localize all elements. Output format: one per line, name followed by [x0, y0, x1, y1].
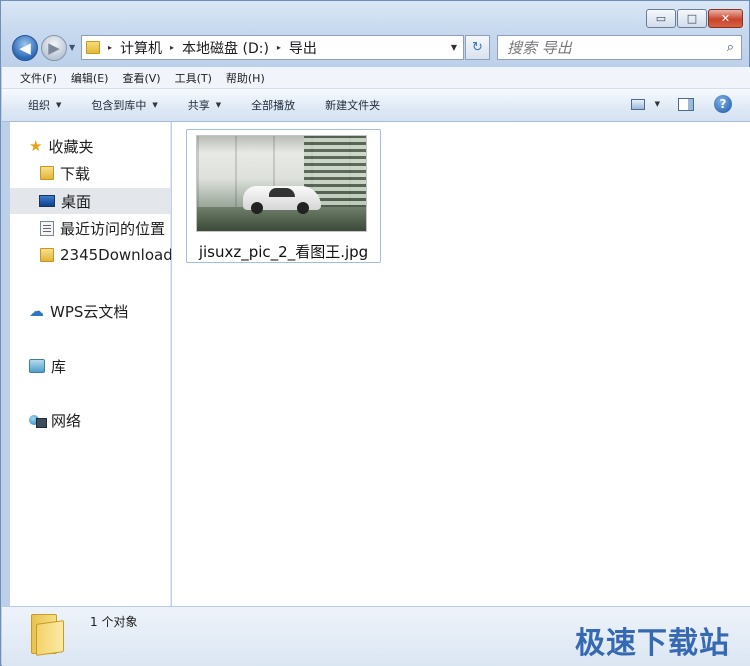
- search-input[interactable]: [507, 38, 717, 57]
- watermark: 极速下载站: [575, 626, 730, 661]
- sidebar-item-favorites[interactable]: ★ 收藏夹: [10, 133, 171, 159]
- folder-icon: [31, 614, 65, 656]
- sidebar-item-desktop[interactable]: 桌面: [10, 188, 171, 214]
- breadcrumb-separator[interactable]: ▸: [170, 43, 174, 52]
- forward-arrow-icon: ▶: [48, 39, 60, 57]
- sidebar-item-label: WPS云文档: [50, 302, 129, 321]
- recent-places-icon: [40, 220, 54, 236]
- refresh-button[interactable]: ↻: [465, 35, 490, 60]
- organize-button[interactable]: 组织 ▼: [28, 97, 61, 113]
- sidebar-item-recent-places[interactable]: 最近访问的位置: [10, 215, 171, 241]
- toolbar-right-group: ▼ ?: [630, 95, 732, 113]
- view-options-chevron-icon[interactable]: ▼: [655, 100, 660, 108]
- minimize-button[interactable]: ▭: [646, 9, 676, 28]
- library-icon: [29, 359, 45, 373]
- image-thumbnail: [196, 135, 367, 232]
- network-icon: [29, 413, 47, 428]
- sidebar-item-label: 桌面: [61, 192, 92, 211]
- menu-file[interactable]: 文件(F): [20, 70, 57, 86]
- play-all-button[interactable]: 全部播放: [251, 97, 295, 113]
- sidebar-item-label: 库: [51, 357, 67, 376]
- new-folder-label: 新建文件夹: [325, 99, 381, 112]
- close-button[interactable]: ✕: [708, 9, 743, 28]
- sidebar-item-library[interactable]: 库: [10, 353, 171, 379]
- breadcrumb-separator[interactable]: ▸: [277, 43, 281, 52]
- sidebar-item-2345downloads[interactable]: 2345Downloads: [10, 242, 171, 268]
- item-count: 1 个对象: [90, 615, 138, 629]
- minimize-icon: ▭: [655, 12, 667, 25]
- play-all-label: 全部播放: [251, 99, 296, 112]
- folder-icon: [40, 248, 54, 262]
- maximize-button[interactable]: □: [677, 9, 707, 28]
- new-folder-button[interactable]: 新建文件夹: [325, 97, 380, 113]
- menu-edit[interactable]: 编辑(E): [71, 70, 109, 86]
- sidebar-item-label: 2345Downloads: [60, 246, 171, 264]
- folder-icon: [86, 41, 100, 54]
- sidebar-item-wps-cloud[interactable]: ☁ WPS云文档: [10, 298, 171, 324]
- sidebar-item-label: 最近访问的位置: [60, 219, 166, 238]
- sidebar-item-downloads[interactable]: 下载: [10, 160, 171, 186]
- navigation-pane: ★ 收藏夹 下载 桌面 最近访问的位置 2345Downloads ☁ WPS云…: [10, 122, 171, 606]
- breadcrumb-export[interactable]: 导出: [289, 38, 317, 58]
- back-button[interactable]: ◀: [12, 35, 38, 61]
- back-arrow-icon: ◀: [19, 39, 31, 57]
- help-icon[interactable]: ?: [714, 95, 732, 113]
- search-icon[interactable]: ⌕: [727, 40, 734, 55]
- share-button[interactable]: 共享 ▼: [188, 97, 221, 113]
- chevron-down-icon: ▼: [56, 101, 62, 109]
- cloud-icon: ☁: [29, 302, 44, 320]
- download-folder-icon: [40, 166, 54, 180]
- star-icon: ★: [29, 137, 43, 155]
- refresh-icon: ↻: [472, 40, 483, 55]
- command-toolbar: 组织 ▼ 包含到库中 ▼ 共享 ▼ 全部播放 新建文件夹 ▼ ?: [2, 89, 750, 122]
- breadcrumb-computer[interactable]: 计算机: [120, 38, 162, 58]
- thumbnail-detail: [197, 207, 366, 231]
- file-list-area[interactable]: jisuxz_pic_2_看图王.jpg: [172, 122, 750, 606]
- recent-pages-dropdown[interactable]: ▼: [69, 43, 75, 52]
- address-dropdown-icon[interactable]: ▼: [451, 43, 457, 52]
- file-item[interactable]: jisuxz_pic_2_看图王.jpg: [186, 129, 381, 263]
- address-bar[interactable]: ▸ 计算机 ▸ 本地磁盘 (D:) ▸ 导出 ▼: [81, 35, 464, 60]
- breadcrumb-local-disk[interactable]: 本地磁盘 (D:): [182, 38, 269, 58]
- share-label: 共享: [187, 99, 210, 112]
- breadcrumb-separator[interactable]: ▸: [108, 43, 112, 52]
- include-in-library-label: 包含到库中: [91, 99, 147, 112]
- sidebar-item-label: 下载: [60, 164, 91, 183]
- sidebar-item-label: 收藏夹: [48, 137, 94, 156]
- forward-button[interactable]: ▶: [41, 35, 67, 61]
- file-name: jisuxz_pic_2_看图王.jpg: [198, 243, 369, 261]
- maximize-icon: □: [686, 12, 698, 25]
- include-in-library-button[interactable]: 包含到库中 ▼: [91, 97, 157, 113]
- chevron-down-icon: ▼: [215, 101, 222, 109]
- close-icon: ✕: [720, 12, 731, 25]
- details-pane: 1 个对象 极速下载站: [2, 606, 750, 666]
- caption-buttons: ▭ □ ✕: [645, 9, 743, 28]
- menu-view[interactable]: 查看(V): [122, 70, 160, 86]
- desktop-icon: [39, 195, 55, 207]
- sidebar-item-label: 网络: [51, 411, 82, 430]
- explorer-window: ▭ □ ✕ ◀ ▶ ▼ ▸ 计算机 ▸ 本地磁盘 (D:) ▸ 导出 ▼ ↻ ⌕…: [0, 0, 750, 666]
- sidebar-item-network[interactable]: 网络: [10, 407, 171, 433]
- menu-bar: 文件(F) 编辑(E) 查看(V) 工具(T) 帮助(H): [2, 67, 750, 89]
- chevron-down-icon: ▼: [152, 101, 158, 109]
- thumbnail-detail: [243, 186, 321, 214]
- organize-label: 组织: [28, 99, 50, 112]
- preview-pane-icon[interactable]: [678, 97, 694, 111]
- change-view-icon[interactable]: [630, 98, 645, 110]
- menu-tools[interactable]: 工具(T): [175, 70, 212, 86]
- menu-help[interactable]: 帮助(H): [226, 70, 265, 86]
- search-box[interactable]: ⌕: [497, 35, 742, 60]
